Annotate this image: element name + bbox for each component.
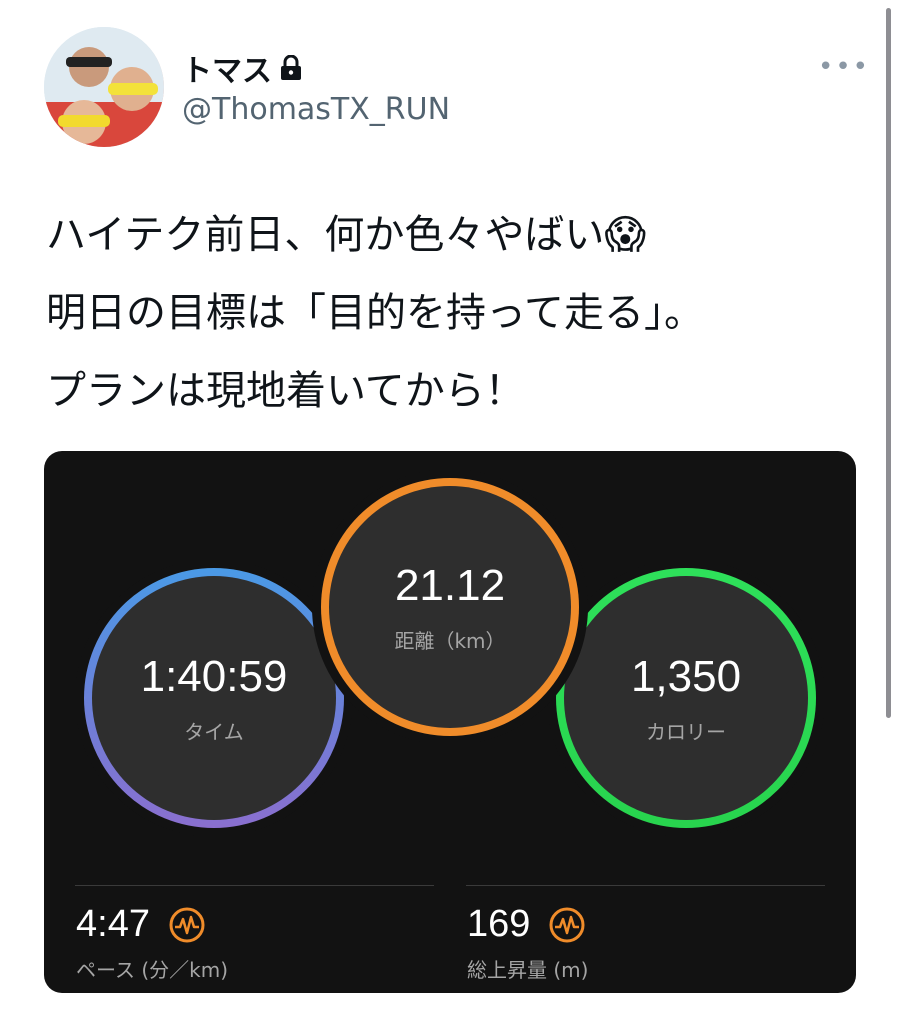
pace-stat: 4:47 [76,903,206,946]
pulse-icon [549,907,585,942]
pace-label: ペース (分／km) [76,958,229,982]
elevation-stat: 169 [467,903,586,946]
avatar[interactable] [44,27,164,147]
activity-card[interactable]: 1:40:59 タイム 1,350 カロリー 21.12 距離（km） 4:47… [44,451,856,993]
pulse-icon [169,907,205,942]
time-value: 1:40:59 [140,651,288,701]
more-dots-icon[interactable]: ••• [818,52,870,82]
display-name[interactable]: トマス [182,46,272,90]
pace-value: 4:47 [76,903,150,945]
user-handle[interactable]: @ThomasTX_RUN [182,92,450,127]
calories-value: 1,350 [630,651,742,701]
calories-label: カロリー [646,719,726,744]
scrollbar[interactable] [886,8,891,718]
time-ring: 1:40:59 タイム [84,568,344,828]
distance-label: 距離（km） [394,628,506,653]
divider-right [466,885,825,886]
tweet-text: ハイテク前日、何か色々やばい😱 明日の目標は「目的を持って走る」。 プランは現地… [46,212,704,414]
avatar-photo [44,27,164,147]
distance-ring: 21.12 距離（km） [321,478,579,736]
calories-ring: 1,350 カロリー [556,568,816,828]
divider-left [75,885,434,886]
display-name-row[interactable]: トマス [182,46,302,90]
time-label: タイム [184,719,244,744]
elevation-label: 総上昇量 (m) [467,958,589,982]
elevation-value: 169 [467,903,531,945]
distance-value: 21.12 [394,560,506,610]
lock-icon [281,55,301,80]
